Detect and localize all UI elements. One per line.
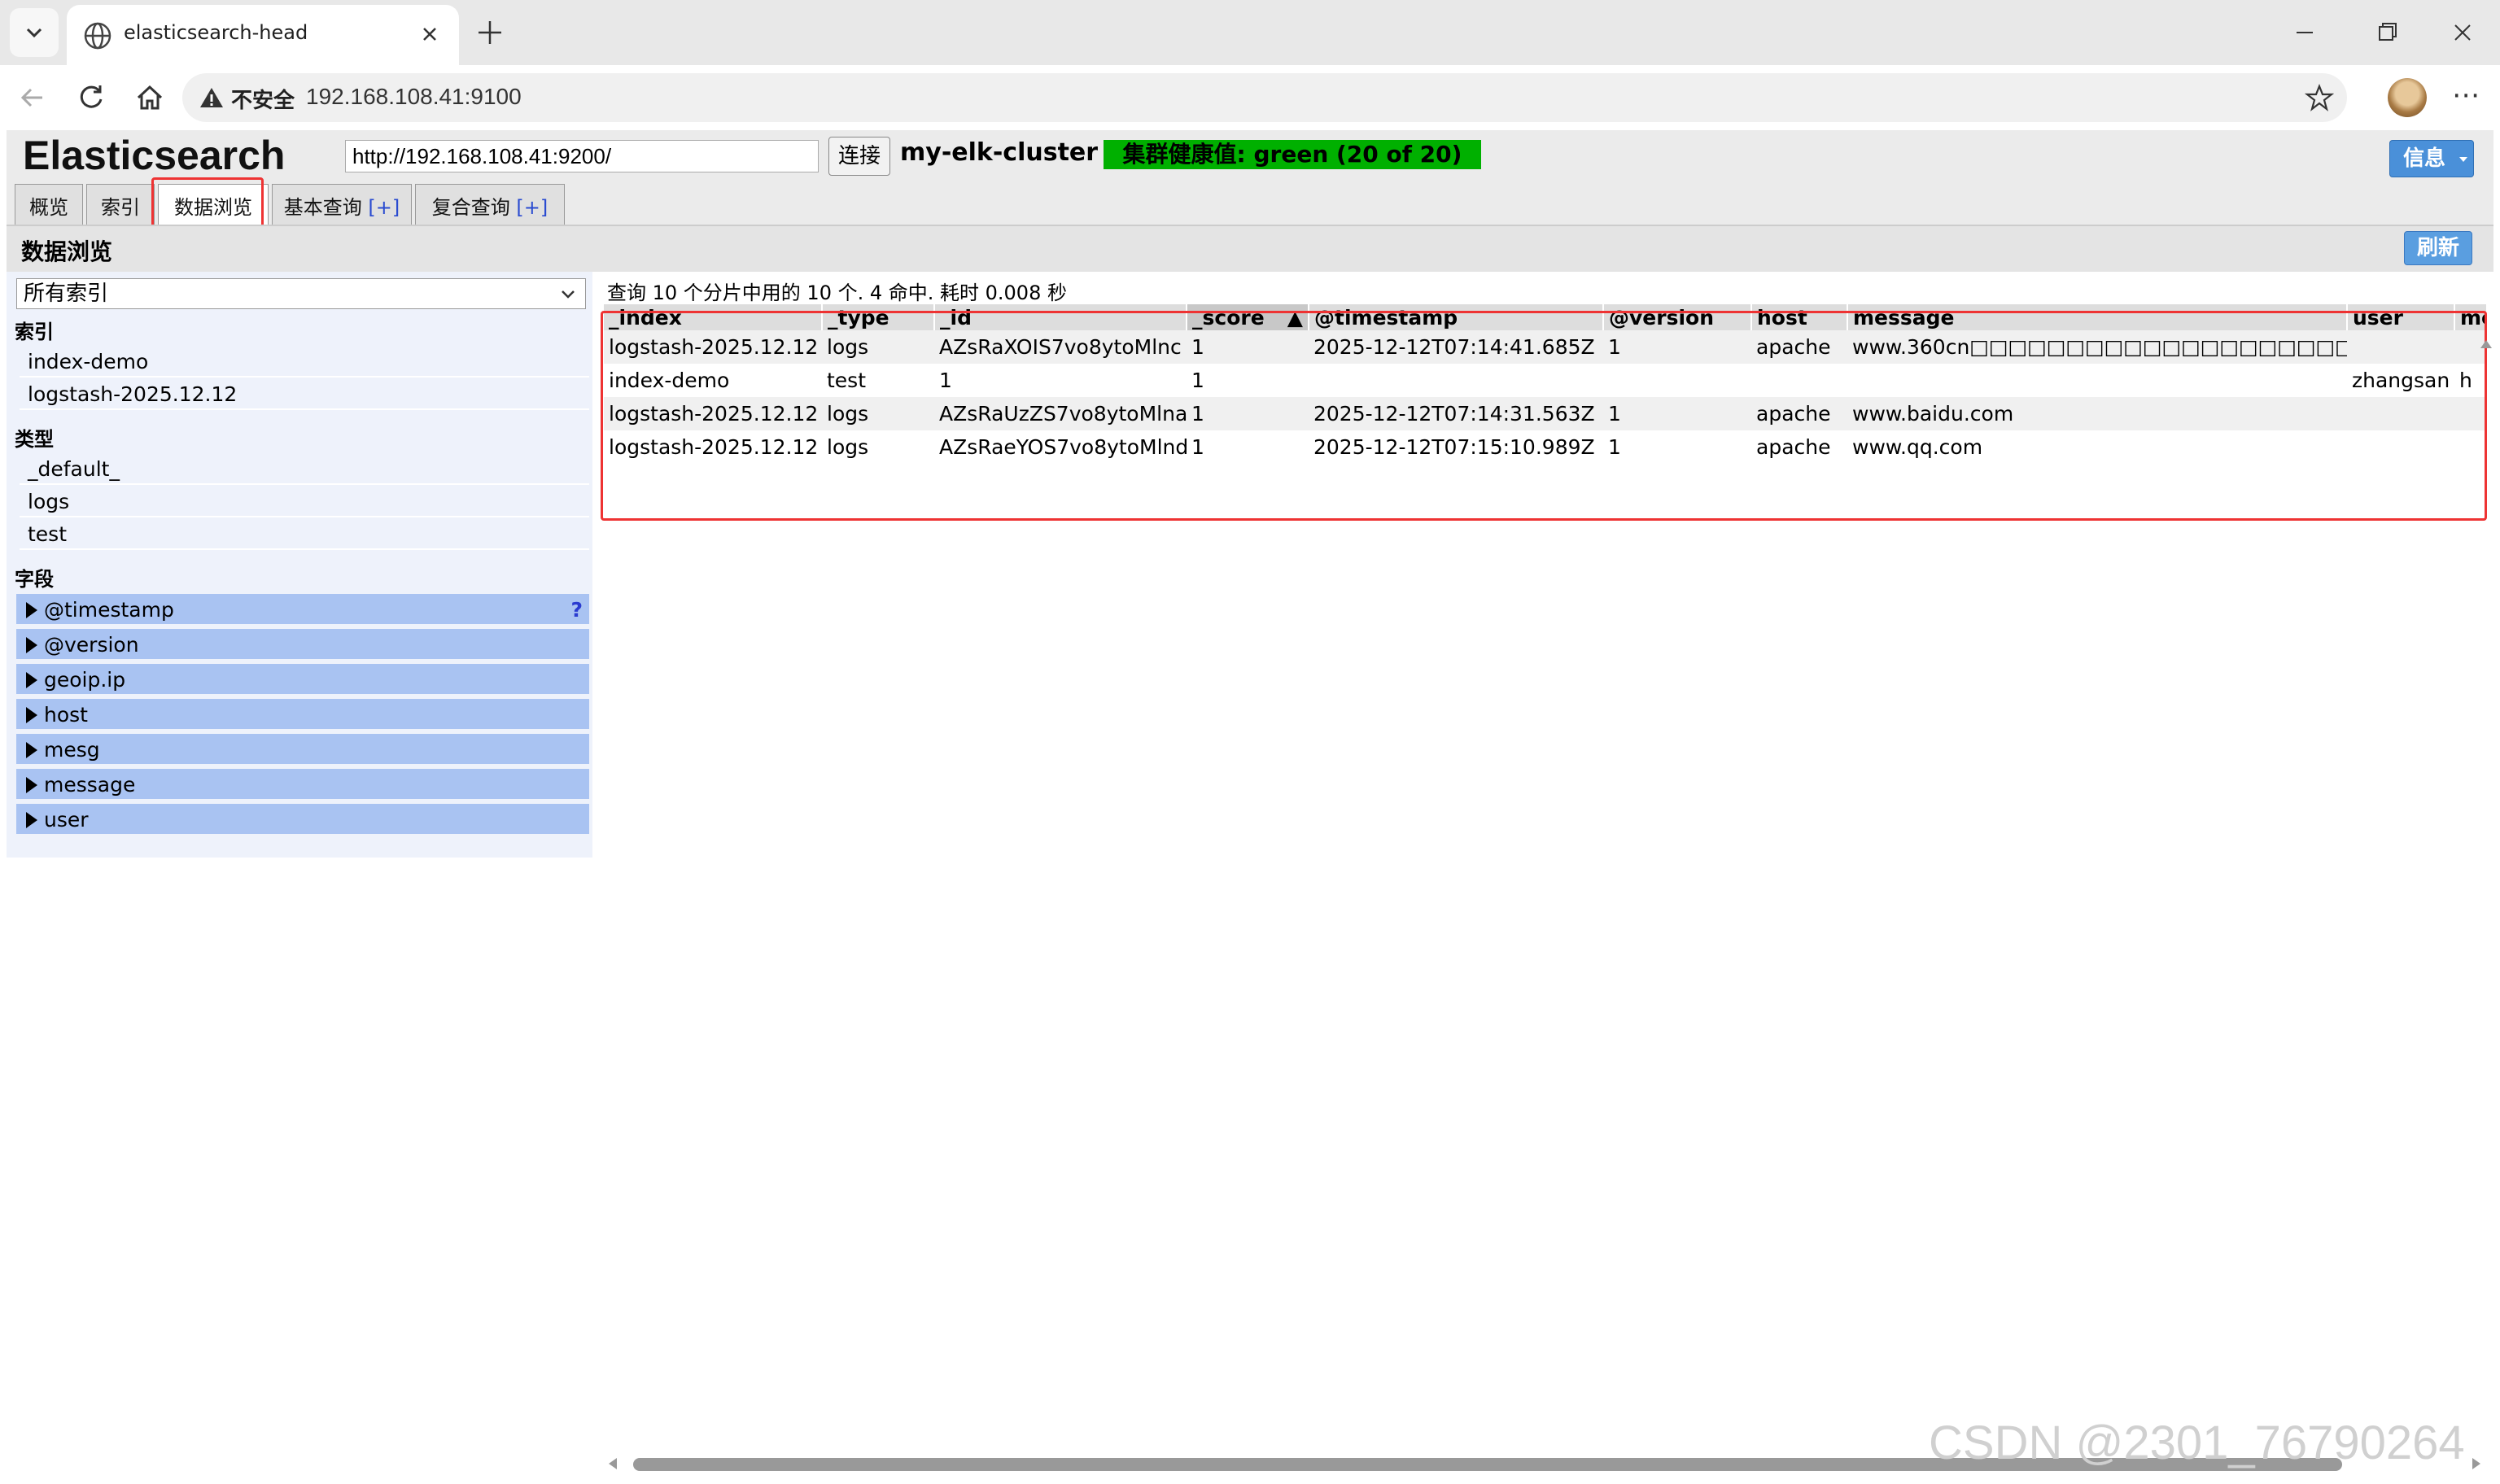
field-label: user — [44, 808, 89, 831]
field-label: @version — [44, 633, 139, 657]
sidebar-field-item[interactable]: @version — [16, 629, 589, 661]
section-title: 数据浏览 — [21, 238, 113, 265]
sidebar-type-item[interactable]: test — [20, 519, 589, 550]
reload-icon[interactable] — [73, 80, 109, 116]
close-icon[interactable] — [413, 18, 446, 50]
sidebar-type-item[interactable]: logs — [20, 487, 589, 517]
index-select-value: 所有索引 — [24, 282, 109, 306]
more-menu-icon[interactable]: ⋯ — [2448, 80, 2484, 116]
field-label: @timestamp — [44, 598, 174, 622]
tab-list-button[interactable] — [10, 8, 59, 57]
expand-triangle-icon — [26, 707, 37, 723]
chevron-down-icon — [562, 290, 575, 299]
field-label: host — [44, 703, 88, 727]
cluster-url-input[interactable]: http://192.168.108.41:9200/ — [345, 140, 819, 172]
watermark: CSDN @2301_76790264 — [1929, 1416, 2465, 1469]
address-bar[interactable]: 不安全 192.168.108.41:9100 — [182, 73, 2347, 122]
browser-toolbar: 不安全 192.168.108.41:9100 ⋯ — [0, 65, 2500, 130]
browser-tab-title: elasticsearch-head — [124, 21, 308, 44]
star-icon[interactable] — [2305, 83, 2334, 112]
app-logo: Elasticsearch — [23, 133, 286, 178]
chevron-down-icon — [26, 28, 42, 38]
scroll-up-arrow-icon[interactable] — [2480, 340, 2492, 348]
sidebar-field-item[interactable]: message — [16, 769, 589, 801]
sidebar-field-item[interactable]: user — [16, 804, 589, 836]
types-header: 类型 — [15, 428, 54, 451]
tab-basic-query-label: 基本查询 — [283, 196, 362, 219]
browser-sidebar: 所有索引 索引 index-demo logstash-2025.12.12 类… — [7, 272, 592, 858]
cluster-health-badge: 集群健康值: green (20 of 20) — [1104, 140, 1481, 169]
browser-tab-active[interactable]: elasticsearch-head — [67, 5, 459, 65]
expand-triangle-icon — [26, 742, 37, 758]
sidebar-field-item[interactable]: @timestamp? — [16, 594, 589, 626]
address-text: 192.168.108.41:9100 — [306, 84, 522, 109]
restore-icon[interactable] — [2370, 15, 2406, 50]
expand-triangle-icon — [26, 637, 37, 653]
expand-triangle-icon — [26, 672, 37, 688]
section-bar: 数据浏览 刷新 — [7, 225, 2493, 272]
connect-button[interactable]: 连接 — [828, 137, 890, 176]
index-select[interactable]: 所有索引 — [16, 278, 586, 309]
sidebar-type-item[interactable]: _default_ — [20, 454, 589, 485]
sidebar-field-item[interactable]: mesg — [16, 734, 589, 766]
fields-header: 字段 — [15, 568, 54, 591]
back-arrow-icon[interactable] — [15, 80, 50, 116]
expand-triangle-icon — [26, 777, 37, 793]
tab-compound-query-plus: [+] — [516, 196, 549, 219]
tab-basic-query-plus: [+] — [368, 196, 400, 219]
help-icon[interactable]: ? — [570, 594, 583, 626]
browser-tab-strip: elasticsearch-head — [0, 0, 2500, 65]
sidebar-index-item[interactable]: logstash-2025.12.12 — [20, 379, 589, 410]
caret-down-icon — [2459, 157, 2468, 162]
expand-triangle-icon — [26, 602, 37, 618]
annotation-highlight-results — [601, 311, 2487, 521]
tab-compound-query-label: 复合查询 — [431, 196, 510, 219]
expand-triangle-icon — [26, 812, 37, 828]
profile-avatar[interactable] — [2388, 78, 2427, 117]
elasticsearch-head-page: Elasticsearch http://192.168.108.41:9200… — [7, 130, 2493, 1484]
globe-icon — [84, 22, 111, 50]
scroll-left-arrow-icon[interactable] — [609, 1458, 617, 1469]
info-menu-button[interactable]: 信息 — [2389, 140, 2474, 177]
indices-header: 索引 — [15, 321, 54, 343]
field-label: geoip.ip — [44, 668, 126, 692]
field-label: message — [44, 773, 136, 797]
sidebar-field-item[interactable]: geoip.ip — [16, 664, 589, 696]
security-label: 不安全 — [231, 89, 295, 113]
home-icon[interactable] — [132, 80, 168, 116]
info-button-label: 信息 — [2403, 146, 2446, 171]
field-label: mesg — [44, 738, 100, 762]
sidebar-field-item[interactable]: host — [16, 699, 589, 731]
minimize-icon[interactable] — [2287, 15, 2323, 50]
scroll-right-arrow-icon[interactable] — [2472, 1458, 2480, 1469]
new-tab-icon[interactable] — [472, 15, 508, 50]
sidebar-index-item[interactable]: index-demo — [20, 347, 589, 378]
result-summary: 查询 10 个分片中用的 10 个. 4 命中. 耗时 0.008 秒 — [607, 282, 1067, 304]
cluster-name: my-elk-cluster — [900, 138, 1099, 167]
warning-icon — [200, 88, 223, 107]
refresh-button[interactable]: 刷新 — [2404, 231, 2472, 265]
window-close-icon[interactable] — [2445, 15, 2480, 50]
app-header: Elasticsearch http://192.168.108.41:9200… — [7, 130, 2493, 231]
